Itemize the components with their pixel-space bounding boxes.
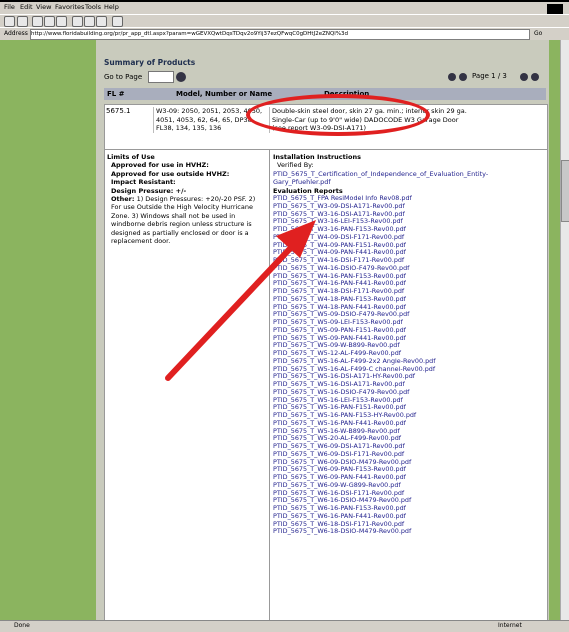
status-bar: Done Internet [0, 620, 569, 632]
back-icon[interactable] [4, 16, 15, 27]
install-title: Installation Instructions [273, 153, 361, 161]
summary-title: Summary of Products [104, 58, 196, 67]
goto-page-input[interactable] [148, 71, 174, 83]
favorites-icon[interactable] [84, 16, 95, 27]
limits-other-label: Other: [111, 195, 135, 204]
next-icon[interactable] [520, 73, 528, 81]
refresh-icon[interactable] [44, 16, 55, 27]
menu-help[interactable]: Help [104, 3, 119, 11]
forward-icon[interactable] [17, 16, 28, 27]
history-icon[interactable] [96, 16, 107, 27]
mail-icon[interactable] [112, 16, 123, 27]
next-page-icon[interactable] [531, 73, 539, 81]
verified-by: Verified By: [277, 161, 314, 170]
menu-tools[interactable]: Tools [85, 3, 101, 11]
security-zone: Internet [498, 622, 522, 629]
header-model: Model, Number or Name [176, 90, 273, 98]
header-fl: FL # [107, 90, 125, 98]
prev-icon[interactable] [459, 73, 467, 81]
report-link[interactable]: PTID_5675_T_W6-18-DSIO-M479-Rev00.pdf [273, 528, 543, 536]
menu-edit[interactable]: Edit [20, 3, 33, 11]
prev-page-icon[interactable] [448, 73, 456, 81]
home-icon[interactable] [56, 16, 67, 27]
stop-icon[interactable] [32, 16, 43, 27]
limits-hvhz: Approved for use in HVHZ: [111, 161, 209, 170]
menu-bar: File Edit View Favorites Tools Help [0, 2, 569, 15]
page-indicator: Page 1 / 3 [472, 72, 507, 80]
product-fl: 5675.1 [106, 107, 131, 115]
search-icon[interactable] [72, 16, 83, 27]
go-button[interactable]: Go [534, 30, 542, 37]
address-input[interactable]: http://www.floridabuilding.org/pr/pr_app… [30, 29, 530, 40]
limits-outside-hvhz: Approved for use outside HVHZ: [111, 169, 230, 178]
menu-file[interactable]: File [4, 3, 15, 11]
limits-title: Limits of Use [107, 153, 155, 161]
menu-view[interactable]: View [36, 3, 51, 11]
goto-label: Go to Page [104, 73, 143, 81]
annotation-arrow-icon [165, 220, 316, 381]
row-divider [105, 149, 547, 150]
goto-button[interactable] [176, 72, 186, 82]
status-text: Done [14, 622, 30, 629]
left-green-margin [0, 40, 96, 620]
right-green-margin [549, 40, 560, 620]
annotation-ellipse [246, 94, 430, 136]
menu-favorites[interactable]: Favorites [55, 3, 84, 11]
address-bar: Address http://www.floridabuilding.org/p… [0, 27, 569, 40]
scrollbar-thumb[interactable] [561, 160, 569, 222]
address-label: Address [4, 30, 28, 37]
vertical-scrollbar[interactable] [560, 40, 569, 620]
toolbar [0, 14, 569, 27]
